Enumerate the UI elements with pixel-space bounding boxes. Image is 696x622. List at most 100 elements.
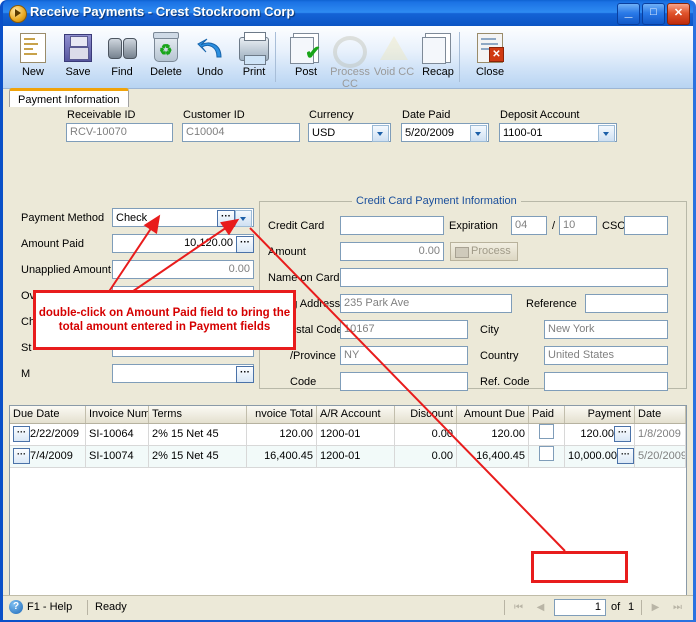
expiration-month-field[interactable]: 04 <box>511 216 547 235</box>
close-document-icon: ✕ <box>463 31 517 65</box>
toolbar-button-close[interactable]: ✕ Close <box>463 29 517 85</box>
cell-paid[interactable] <box>529 424 565 445</box>
receive-payments-window: Receive Payments - Crest Stockroom Corp … <box>0 0 696 622</box>
chevron-down-icon[interactable] <box>372 125 389 142</box>
cell-ar-account[interactable]: 1200-01 <box>317 446 395 467</box>
table-row[interactable]: ··· 7/4/2009 SI-10074 2% 15 Net 45 16,400… <box>10 446 686 468</box>
amount-paid-field[interactable]: 10,120.00 <box>112 234 254 253</box>
cell-invoice-number[interactable]: SI-10074 <box>86 446 149 467</box>
row-selector-button[interactable]: ··· <box>13 426 30 443</box>
postal-code-field[interactable]: 10167 <box>340 320 468 339</box>
label-amount-paid: Amount Paid <box>21 238 84 250</box>
auth-code-field[interactable] <box>340 372 468 391</box>
cell-terms[interactable]: 2% 15 Net 45 <box>149 424 247 445</box>
paid-checkbox[interactable] <box>539 424 554 439</box>
billing-address-field[interactable]: 235 Park Ave <box>340 294 512 313</box>
cell-due-date[interactable]: ··· 7/4/2009 <box>10 446 86 467</box>
cell-invoice-total[interactable]: 16,400.45 <box>247 446 317 467</box>
toolbar-separator <box>275 32 276 82</box>
receivable-id-field[interactable]: RCV-10070 <box>66 123 173 142</box>
row-selector-button[interactable]: ··· <box>13 448 30 465</box>
toolbar-button-recap[interactable]: Recap <box>411 29 465 85</box>
toolbar: New Save Find ♻ Delete Undo Print ✔ Post… <box>3 26 693 90</box>
date-paid-dropdown[interactable]: 5/20/2009 <box>401 123 489 142</box>
first-record-button[interactable]: ⏮ <box>511 600 526 615</box>
payment-method-lookup-button[interactable]: ··· <box>217 210 235 227</box>
media-play-icon <box>9 5 27 23</box>
column-header-invoice-number[interactable]: Invoice Numb <box>86 406 149 423</box>
label-customer-id: Customer ID <box>183 109 245 121</box>
label-memo: M <box>21 368 31 380</box>
cell-discount[interactable]: 0.00 <box>395 424 457 445</box>
memo-field[interactable] <box>112 364 254 383</box>
credit-card-field[interactable] <box>340 216 444 235</box>
next-record-button[interactable]: ▶ <box>648 600 663 615</box>
memo-lookup-button[interactable]: ··· <box>236 366 254 383</box>
cell-payment[interactable]: 120.00 ··· <box>565 424 635 445</box>
payment-text: 10,000.00 <box>568 450 617 462</box>
cell-ar-account[interactable]: 1200-01 <box>317 424 395 445</box>
column-header-invoice-total[interactable]: nvoice Total <box>247 406 317 423</box>
cell-date[interactable]: 1/8/2009 <box>635 424 686 445</box>
expiration-year-field[interactable]: 10 <box>559 216 597 235</box>
customer-id-field[interactable]: C10004 <box>182 123 300 142</box>
chevron-down-icon[interactable] <box>598 125 615 142</box>
cell-due-date[interactable]: ··· 2/22/2009 <box>10 424 86 445</box>
payment-lookup-button[interactable]: ··· <box>616 448 634 465</box>
label-status: St <box>21 342 32 354</box>
column-header-terms[interactable]: Terms <box>149 406 247 423</box>
label-credit-card: Credit Card <box>268 220 325 232</box>
column-header-ar-account[interactable]: A/R Account <box>317 406 395 423</box>
label-expiration: Expiration <box>449 220 498 232</box>
last-record-button[interactable]: ⏭ <box>670 600 685 615</box>
name-on-card-field[interactable] <box>340 268 668 287</box>
close-button[interactable]: ✕ <box>667 3 690 25</box>
toolbar-button-print[interactable]: Print <box>227 29 281 85</box>
label-csc: CSC <box>602 220 626 232</box>
chevron-down-icon[interactable] <box>470 125 487 142</box>
chevron-down-icon[interactable] <box>235 210 252 227</box>
maximize-button[interactable]: □ <box>642 3 665 25</box>
amount-paid-lookup-button[interactable]: ··· <box>236 236 254 253</box>
reference-field[interactable] <box>585 294 668 313</box>
column-header-due-date[interactable]: Due Date <box>10 406 86 423</box>
csc-field[interactable] <box>624 216 668 235</box>
cell-invoice-number[interactable]: SI-10064 <box>86 424 149 445</box>
label-postal-code: ostal Code <box>290 324 343 336</box>
column-header-amount-due[interactable]: Amount Due <box>457 406 529 423</box>
cell-payment[interactable]: 10,000.00 ··· <box>565 446 635 467</box>
current-page-input[interactable]: 1 <box>554 599 606 616</box>
minimize-button[interactable]: _ <box>617 3 640 25</box>
label-country: Country <box>480 350 519 362</box>
payment-text: 120.00 <box>580 428 614 440</box>
cell-date[interactable]: 5/20/2009 <box>635 446 686 467</box>
cell-invoice-total[interactable]: 120.00 <box>247 424 317 445</box>
cell-terms[interactable]: 2% 15 Net 45 <box>149 446 247 467</box>
table-row[interactable]: ··· 2/22/2009 SI-10064 2% 15 Net 45 120.0… <box>10 424 686 446</box>
grid-header-row: Due Date Invoice Numb Terms nvoice Total… <box>10 406 686 424</box>
column-header-paid[interactable]: Paid <box>529 406 565 423</box>
cell-amount-due[interactable]: 16,400.45 <box>457 446 529 467</box>
payment-lookup-button[interactable]: ··· <box>614 426 631 443</box>
payment-method-dropdown[interactable]: Check ··· <box>112 208 254 227</box>
cell-paid[interactable] <box>529 446 565 467</box>
state-province-field[interactable]: NY <box>340 346 468 365</box>
column-header-payment[interactable]: Payment <box>565 406 635 423</box>
help-label[interactable]: F1 - Help <box>27 601 72 613</box>
cell-amount-due[interactable]: 120.00 <box>457 424 529 445</box>
date-paid-value: 5/20/2009 <box>405 127 454 139</box>
column-header-date[interactable]: Date <box>635 406 686 423</box>
column-header-discount[interactable]: Discount <box>395 406 457 423</box>
ref-code-field[interactable] <box>544 372 668 391</box>
deposit-account-dropdown[interactable]: 1100-01 <box>499 123 617 142</box>
city-field[interactable]: New York <box>544 320 668 339</box>
printer-icon <box>227 31 281 65</box>
label-date-paid: Date Paid <box>402 109 451 121</box>
currency-dropdown[interactable]: USD <box>308 123 391 142</box>
country-field[interactable]: United States <box>544 346 668 365</box>
window-controls: _ □ ✕ <box>617 3 690 25</box>
recap-report-icon <box>411 31 465 65</box>
previous-record-button[interactable]: ◀ <box>533 600 548 615</box>
cell-discount[interactable]: 0.00 <box>395 446 457 467</box>
paid-checkbox[interactable] <box>539 446 554 461</box>
